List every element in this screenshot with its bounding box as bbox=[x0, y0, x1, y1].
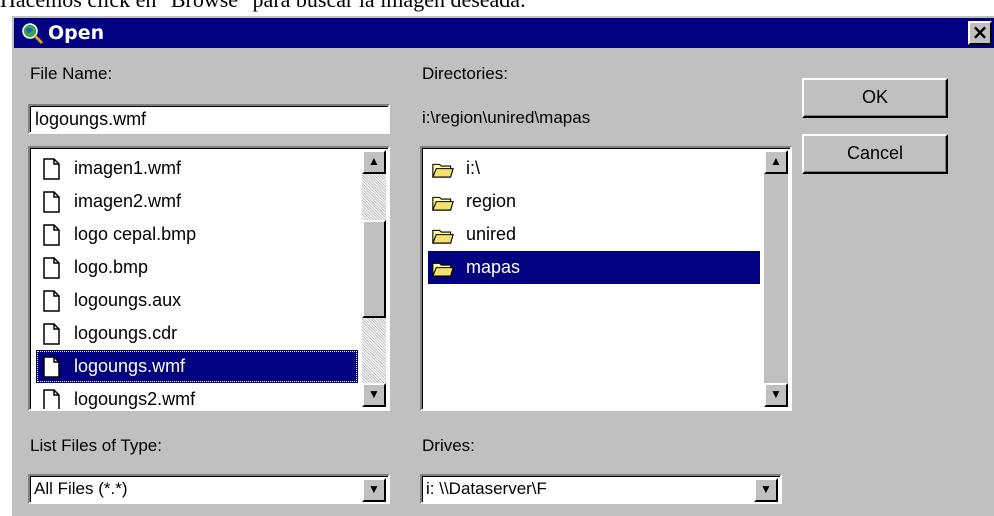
file-list-item-label: imagen2.wmf bbox=[74, 191, 182, 211]
file-icon bbox=[40, 257, 62, 279]
file-list-item-label: logoungs.wmf bbox=[74, 356, 186, 376]
directory-list-item[interactable]: mapas bbox=[428, 251, 760, 284]
drives-select[interactable]: i: \\Dataserver\F ▼ bbox=[420, 474, 782, 504]
file-type-label: List Files of Type: bbox=[30, 436, 162, 455]
directories-label: Directories: bbox=[422, 64, 508, 83]
title-bar[interactable]: Open × bbox=[14, 18, 994, 48]
folder-icon bbox=[432, 158, 454, 180]
scroll-up-button[interactable]: ▲ bbox=[764, 150, 788, 174]
file-list-item[interactable]: imagen1.wmf bbox=[36, 152, 358, 185]
current-path: i:\region\unired\mapas bbox=[422, 108, 591, 127]
scroll-up-button[interactable]: ▲ bbox=[362, 150, 386, 174]
close-button[interactable]: × bbox=[968, 21, 992, 45]
drive-value: i: \\Dataserver\F bbox=[426, 479, 547, 498]
ok-button[interactable]: OK bbox=[802, 78, 948, 118]
file-icon bbox=[40, 191, 62, 213]
folder-icon bbox=[432, 257, 454, 279]
file-list-item[interactable]: logoungs.wmf bbox=[36, 350, 358, 383]
file-icon bbox=[40, 323, 62, 345]
instruction-caption: Hacemos click en "Browse" para buscar la… bbox=[0, 0, 994, 12]
directory-list[interactable]: i:\ region unired mapas ▲ ▼ bbox=[420, 146, 792, 411]
directory-list-item[interactable]: unired bbox=[428, 218, 760, 251]
file-list-item-label: logoungs.cdr bbox=[74, 323, 178, 343]
folder-icon bbox=[432, 224, 454, 246]
file-list-item[interactable]: logoungs.aux bbox=[36, 284, 358, 317]
file-name-input[interactable]: logoungs.wmf bbox=[28, 104, 390, 134]
file-list-item-label: logoungs2.wmf bbox=[74, 389, 196, 409]
file-list-items: imagen1.wmf imagen2.wmf logo cepal.bmp logo… bbox=[36, 152, 358, 409]
directory-list-item-label: region bbox=[466, 191, 517, 211]
directory-list-items: i:\ region unired mapas bbox=[428, 152, 760, 284]
file-list-scrollbar[interactable]: ▲ ▼ bbox=[362, 150, 386, 407]
file-list-item[interactable]: logoungs.cdr bbox=[36, 317, 358, 350]
cancel-button[interactable]: Cancel bbox=[802, 134, 948, 174]
file-icon bbox=[40, 290, 62, 312]
drives-label: Drives: bbox=[422, 436, 475, 455]
file-list-item[interactable]: logo cepal.bmp bbox=[36, 218, 358, 251]
file-type-value: All Files (*.*) bbox=[34, 479, 128, 498]
file-list-item[interactable]: logoungs2.wmf bbox=[36, 383, 358, 409]
directory-list-item-label: mapas bbox=[466, 257, 521, 277]
file-list-item-label: logo cepal.bmp bbox=[74, 224, 197, 244]
file-type-select[interactable]: All Files (*.*) ▼ bbox=[28, 474, 390, 504]
file-icon bbox=[40, 224, 62, 246]
file-list[interactable]: imagen1.wmf imagen2.wmf logo cepal.bmp logo… bbox=[28, 146, 390, 411]
scroll-thumb[interactable] bbox=[362, 220, 386, 318]
file-name-label: File Name: bbox=[30, 64, 113, 83]
scroll-down-button[interactable]: ▼ bbox=[764, 383, 788, 407]
file-icon bbox=[40, 158, 62, 180]
directory-list-scrollbar[interactable]: ▲ ▼ bbox=[764, 150, 788, 407]
directory-list-item-label: i:\ bbox=[466, 158, 481, 178]
file-list-item-label: imagen1.wmf bbox=[74, 158, 182, 178]
file-list-item[interactable]: imagen2.wmf bbox=[36, 185, 358, 218]
open-dialog: Open × File Name: logoungs.wmf imagen1.w… bbox=[10, 14, 994, 516]
file-list-item-label: logo.bmp bbox=[74, 257, 149, 277]
directory-list-item-label: unired bbox=[466, 224, 517, 244]
directory-list-item[interactable]: i:\ bbox=[428, 152, 760, 185]
file-icon bbox=[40, 356, 62, 378]
search-globe-icon bbox=[22, 23, 44, 45]
chevron-down-icon[interactable]: ▼ bbox=[362, 478, 386, 502]
folder-icon bbox=[432, 191, 454, 213]
file-list-item-label: logoungs.aux bbox=[74, 290, 182, 310]
dialog-title: Open bbox=[48, 22, 105, 44]
scroll-down-button[interactable]: ▼ bbox=[362, 383, 386, 407]
directory-list-item[interactable]: region bbox=[428, 185, 760, 218]
file-list-item[interactable]: logo.bmp bbox=[36, 251, 358, 284]
file-icon bbox=[40, 389, 62, 409]
chevron-down-icon[interactable]: ▼ bbox=[754, 478, 778, 502]
